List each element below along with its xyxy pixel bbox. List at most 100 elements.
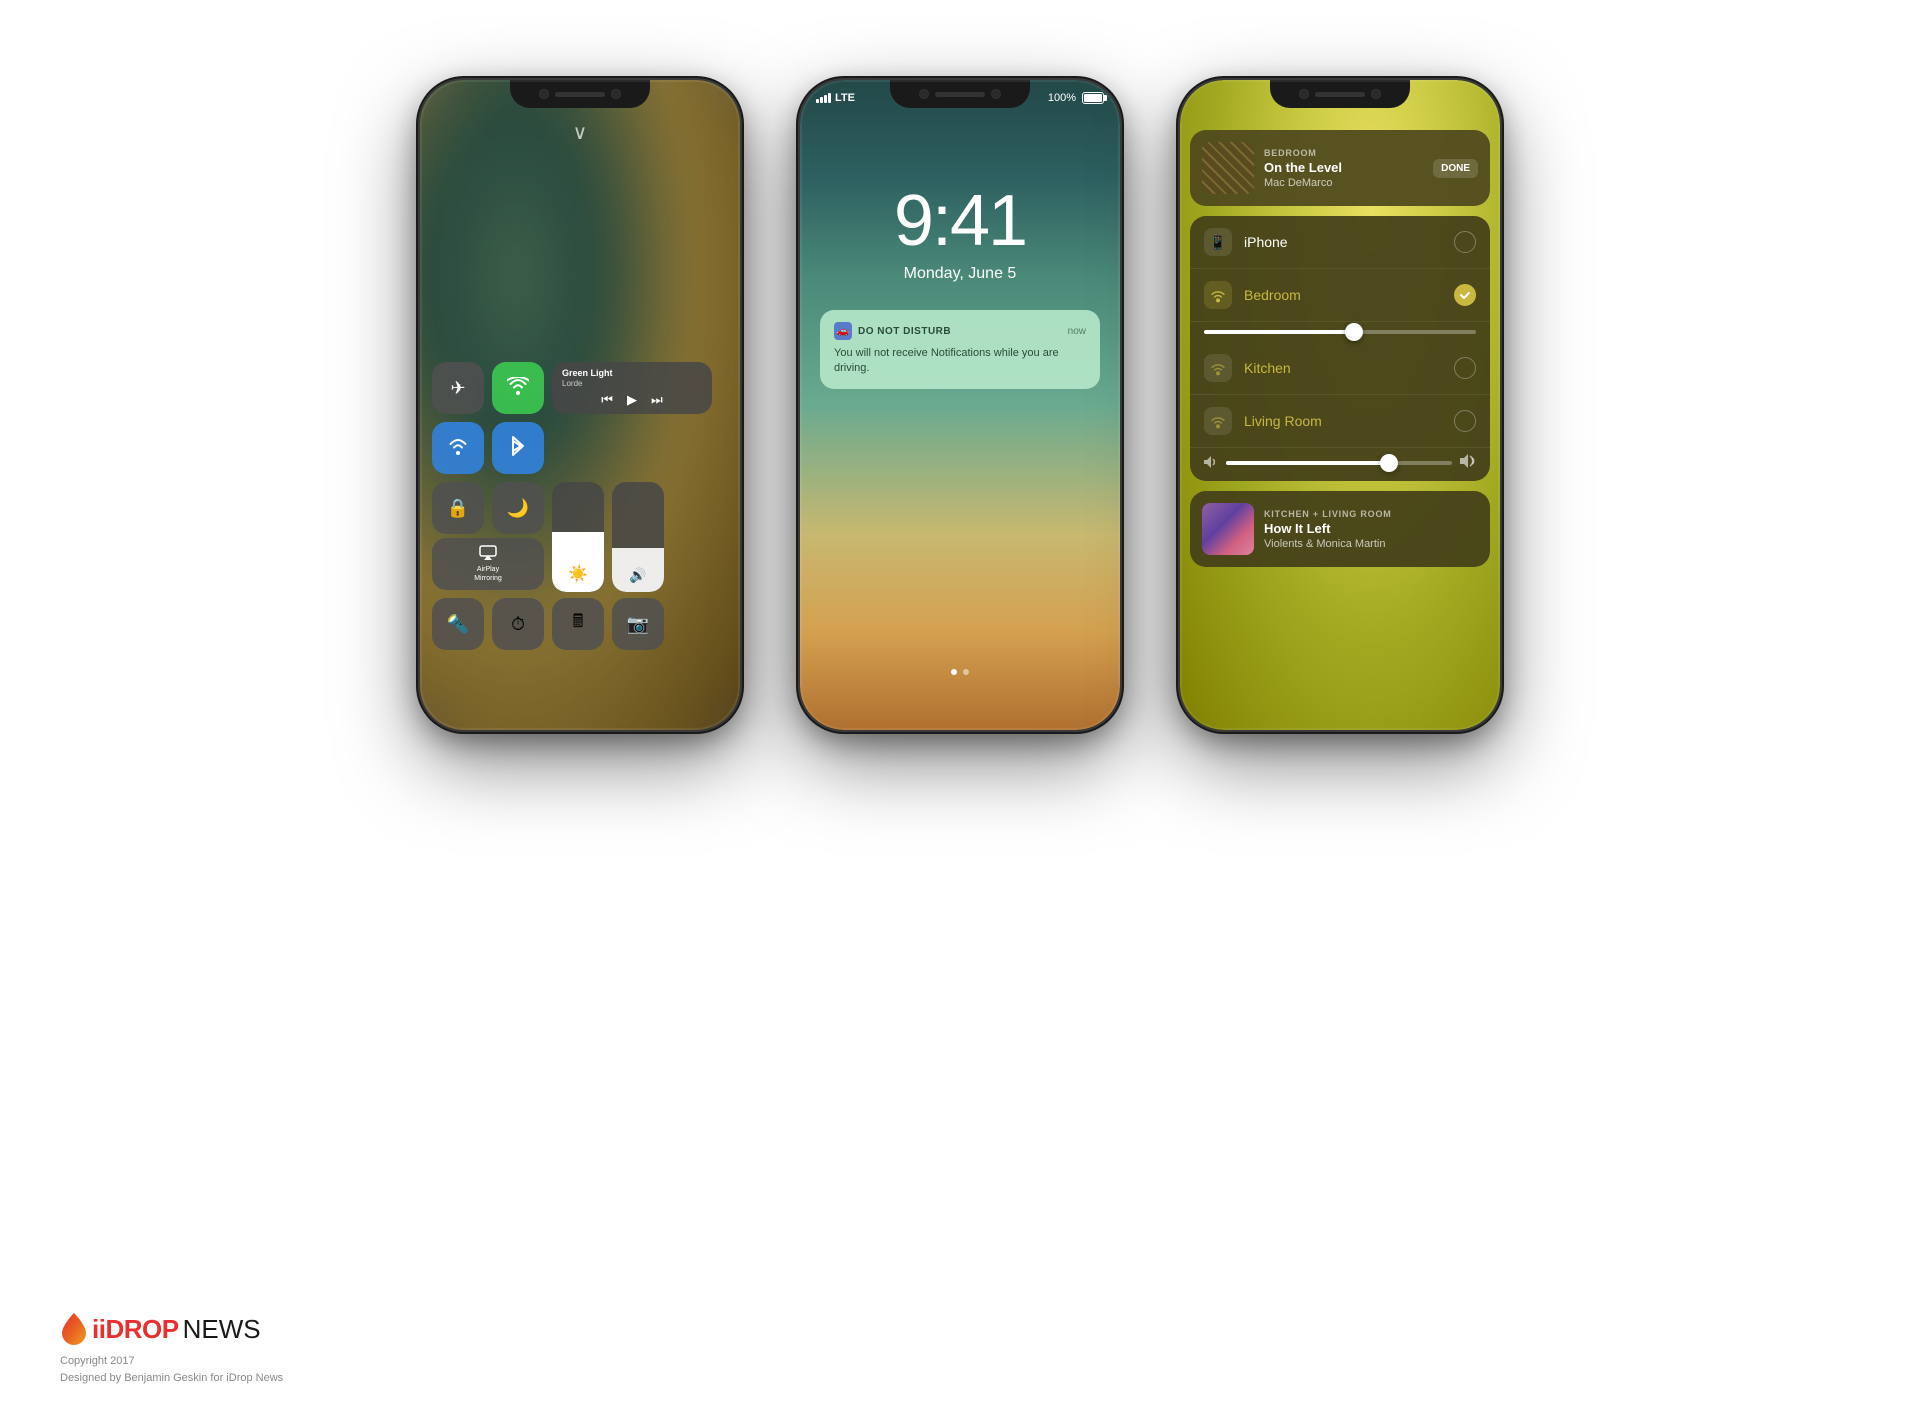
- dnd-icon: 🚗: [834, 322, 852, 340]
- track-artist: Mac DeMarco: [1264, 177, 1423, 189]
- volume-tile[interactable]: 🔊: [612, 482, 664, 592]
- phone2-background: [800, 80, 1120, 730]
- now-playing-card: BEDROOM On the Level Mac DeMarco DONE: [1190, 130, 1490, 206]
- battery-label: 100%: [1048, 92, 1076, 104]
- play-button[interactable]: ▶: [627, 392, 637, 408]
- lock-icon: 🔒: [447, 498, 469, 519]
- camera-icon: 📷: [627, 614, 649, 635]
- flashlight-tile[interactable]: 🔦: [432, 598, 484, 650]
- moon-icon: 🌙: [507, 498, 529, 519]
- signal-bar-1: [816, 99, 819, 103]
- livingroom-device-icon: [1204, 407, 1232, 435]
- cc-bottom-row: 🔦 ⏱ 🖩 📷: [432, 598, 728, 650]
- signal-bar-2: [820, 97, 823, 103]
- music-controls: ⏮ ▶ ⏭: [562, 392, 702, 408]
- master-volume-thumb: [1380, 454, 1398, 472]
- device-item-bedroom[interactable]: Bedroom: [1190, 269, 1490, 322]
- kitchen-check: [1454, 357, 1476, 379]
- do-not-disturb-tile[interactable]: 🌙: [492, 482, 544, 534]
- wifi-icon: [507, 377, 529, 400]
- wifi-2-tile[interactable]: [432, 422, 484, 474]
- dnd-title: DO NOT DISTURB: [858, 326, 951, 337]
- rotation-lock-tile[interactable]: 🔒: [432, 482, 484, 534]
- device-list: 📱 iPhone Bedroom: [1190, 216, 1490, 481]
- prev-button[interactable]: ⏮: [601, 392, 613, 408]
- bedroom-slider[interactable]: [1204, 330, 1476, 334]
- timer-icon: ⏱: [511, 614, 525, 635]
- notch-camera: [539, 89, 549, 99]
- phone-3: BEDROOM On the Level Mac DeMarco DONE 📱 …: [1180, 80, 1500, 730]
- camera-tile[interactable]: 📷: [612, 598, 664, 650]
- next-button[interactable]: ⏭: [651, 392, 663, 408]
- done-button[interactable]: DONE: [1433, 159, 1478, 178]
- now-playing-card-2: KITCHEN + LIVING ROOM How It Left Violen…: [1190, 491, 1490, 567]
- now-playing-info: BEDROOM On the Level Mac DeMarco: [1264, 148, 1423, 189]
- notch-speaker-3: [1315, 92, 1365, 97]
- music-title: Green Light: [562, 368, 613, 379]
- dot-2: [963, 669, 969, 675]
- iphone-device-icon: 📱: [1204, 228, 1232, 256]
- phones-container: ∨ ✈: [0, 0, 1920, 770]
- bluetooth-icon: [511, 435, 525, 462]
- copyright-year: Copyright 2017: [60, 1353, 283, 1370]
- phone1-screen: ∨ ✈: [420, 80, 740, 730]
- master-volume-fill: [1226, 461, 1389, 465]
- signal-bar-4: [828, 93, 831, 103]
- wifi-tile[interactable]: [492, 362, 544, 414]
- livingroom-device-name: Living Room: [1244, 413, 1442, 429]
- airplay-tile[interactable]: AirPlayMirroring: [432, 538, 544, 590]
- status-left: LTE: [816, 92, 855, 104]
- music-tile[interactable]: Green Light Lorde ⏮ ▶ ⏭: [552, 362, 712, 414]
- notch-3: [1270, 80, 1410, 108]
- page-dots: [800, 669, 1120, 675]
- master-volume-row: [1190, 448, 1490, 481]
- master-volume-slider[interactable]: [1226, 461, 1452, 465]
- logo-drop-icon: [60, 1313, 88, 1345]
- kitchen-device-name: Kitchen: [1244, 360, 1442, 376]
- bedroom-volume-row: [1190, 322, 1490, 342]
- status-right: 100%: [1048, 92, 1104, 104]
- album-art-2: [1202, 503, 1254, 555]
- dnd-time: now: [1068, 326, 1086, 337]
- dot-1: [951, 669, 957, 675]
- logo: iiDROP NEWS: [60, 1313, 283, 1345]
- volume-min-icon: [1204, 455, 1218, 471]
- calculator-icon: 🖩: [573, 609, 584, 639]
- signal-bar-3: [824, 95, 827, 103]
- now-playing-2-info: KITCHEN + LIVING ROOM How It Left Violen…: [1264, 509, 1478, 550]
- footer: iiDROP NEWS Copyright 2017 Designed by B…: [60, 1313, 283, 1386]
- bedroom-check: [1454, 284, 1476, 306]
- notch-camera-6: [1371, 89, 1381, 99]
- volume-icon: 🔊: [629, 567, 646, 584]
- notch-camera-5: [1299, 89, 1309, 99]
- livingroom-check: [1454, 410, 1476, 432]
- track-2-title: How It Left: [1264, 521, 1478, 536]
- flashlight-icon: 🔦: [447, 614, 469, 635]
- timer-tile[interactable]: ⏱: [492, 598, 544, 650]
- track-2-artist: Violents & Monica Martin: [1264, 538, 1478, 550]
- iphone-device-name: iPhone: [1244, 234, 1442, 250]
- brightness-icon: ☀️: [568, 564, 588, 584]
- phone-1: ∨ ✈: [420, 80, 740, 730]
- device-item-livingroom[interactable]: Living Room: [1190, 395, 1490, 448]
- dnd-header: 🚗 DO NOT DISTURB now: [834, 322, 1086, 340]
- kitchen-device-icon: [1204, 354, 1232, 382]
- phone-2: LTE 100% 9:41 Monday, June 5 🚗: [800, 80, 1120, 730]
- notch: [510, 80, 650, 108]
- notch-camera-2: [611, 89, 621, 99]
- device-item-iphone[interactable]: 📱 iPhone: [1190, 216, 1490, 269]
- bedroom-slider-thumb: [1345, 323, 1363, 341]
- bedroom-slider-fill: [1204, 330, 1354, 334]
- bluetooth-tile[interactable]: [492, 422, 544, 474]
- airplane-mode-tile[interactable]: ✈: [432, 362, 484, 414]
- phone3-screen: BEDROOM On the Level Mac DeMarco DONE 📱 …: [1180, 80, 1500, 730]
- cc-row-2: [432, 422, 728, 474]
- airplay-icon: [479, 545, 497, 564]
- brightness-tile[interactable]: ☀️: [552, 482, 604, 592]
- room-label: BEDROOM: [1264, 148, 1423, 158]
- carrier-label: LTE: [835, 92, 855, 104]
- device-item-kitchen[interactable]: Kitchen: [1190, 342, 1490, 395]
- calculator-tile[interactable]: 🖩: [552, 598, 604, 650]
- cc-row-1: ✈ Green L: [432, 362, 728, 414]
- airplay-label: AirPlayMirroring: [474, 566, 502, 583]
